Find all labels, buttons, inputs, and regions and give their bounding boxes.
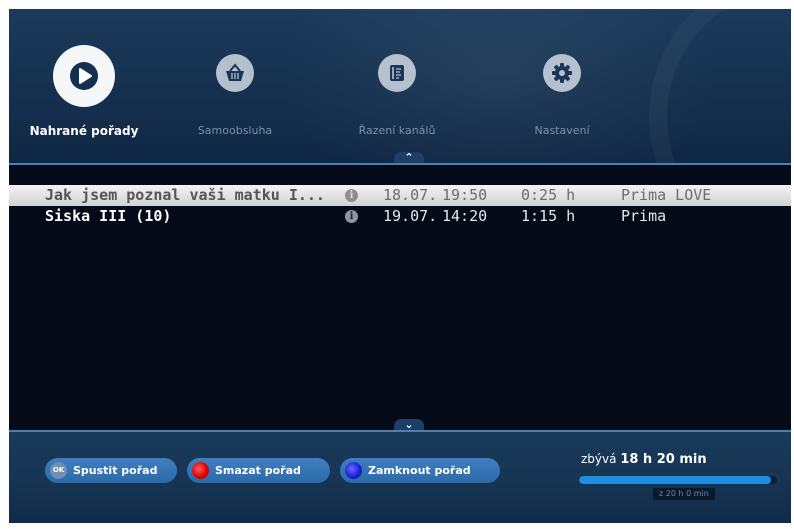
recordings-list: Jak jsem poznal vaši matku I... i 18.07.… bbox=[9, 166, 791, 426]
recording-date: 18.07. bbox=[383, 186, 438, 204]
menu-label-settings: Nastavení bbox=[534, 124, 590, 137]
menu-label-self-service: Samoobsluha bbox=[197, 124, 273, 137]
recording-channel: Prima bbox=[621, 207, 667, 225]
recording-time: 19:50 bbox=[442, 186, 488, 204]
menu-item-recordings[interactable]: Nahrané pořady bbox=[9, 9, 159, 159]
blue-key-icon bbox=[345, 462, 362, 479]
info-icon[interactable]: i bbox=[345, 210, 358, 223]
recording-row[interactable]: Siska III (10) i 19.07. 14:20 1:15 h Pri… bbox=[9, 206, 791, 227]
remaining-prefix: zbývá bbox=[581, 452, 617, 466]
storage-progress-bar bbox=[579, 476, 777, 484]
lock-recording-button[interactable]: Zamknout pořad bbox=[340, 458, 500, 483]
info-icon[interactable]: i bbox=[345, 189, 358, 202]
recording-title: Siska III (10) bbox=[45, 207, 172, 225]
menu-item-settings[interactable]: Nastavení bbox=[487, 9, 637, 159]
delete-recording-label: Smazat pořad bbox=[215, 464, 301, 477]
ok-key-icon: OK bbox=[50, 462, 67, 479]
storage-progress-fill bbox=[579, 476, 772, 484]
red-key-icon bbox=[192, 462, 209, 479]
sort-list-icon bbox=[378, 54, 416, 92]
menu-label-recordings: Nahrané pořady bbox=[29, 124, 139, 138]
tv-screen: Nahrané pořady Samoobsluha Řazení kanálů… bbox=[9, 9, 791, 523]
total-capacity: z 20 h 0 min bbox=[653, 488, 715, 500]
recording-duration: 1:15 h bbox=[521, 207, 576, 225]
remaining-space: zbývá 18 h 20 min bbox=[581, 452, 707, 467]
top-menu: Nahrané pořady Samoobsluha Řazení kanálů… bbox=[9, 9, 791, 164]
menu-item-self-service[interactable]: Samoobsluha bbox=[160, 9, 310, 159]
recording-time: 14:20 bbox=[442, 207, 488, 225]
recording-channel: Prima LOVE bbox=[621, 186, 712, 204]
gear-icon bbox=[543, 54, 581, 92]
remaining-value: 18 h 20 min bbox=[620, 452, 707, 467]
play-recording-label: Spustit pořad bbox=[73, 464, 158, 477]
recording-duration: 0:25 h bbox=[521, 186, 576, 204]
recording-title: Jak jsem poznal vaši matku I... bbox=[45, 186, 325, 204]
recording-date: 19.07. bbox=[383, 207, 438, 225]
play-icon bbox=[53, 45, 115, 107]
divider bbox=[9, 163, 791, 165]
lock-recording-label: Zamknout pořad bbox=[368, 464, 471, 477]
recording-row[interactable]: Jak jsem poznal vaši matku I... i 18.07.… bbox=[9, 185, 791, 206]
basket-icon bbox=[216, 54, 254, 92]
menu-item-channel-sorting[interactable]: Řazení kanálů bbox=[322, 9, 472, 159]
delete-recording-button[interactable]: Smazat pořad bbox=[187, 458, 330, 483]
action-bar: OK Spustit pořad Smazat pořad Zamknout p… bbox=[9, 432, 791, 523]
play-recording-button[interactable]: OK Spustit pořad bbox=[45, 458, 177, 483]
menu-label-channel-sorting: Řazení kanálů bbox=[358, 124, 436, 137]
